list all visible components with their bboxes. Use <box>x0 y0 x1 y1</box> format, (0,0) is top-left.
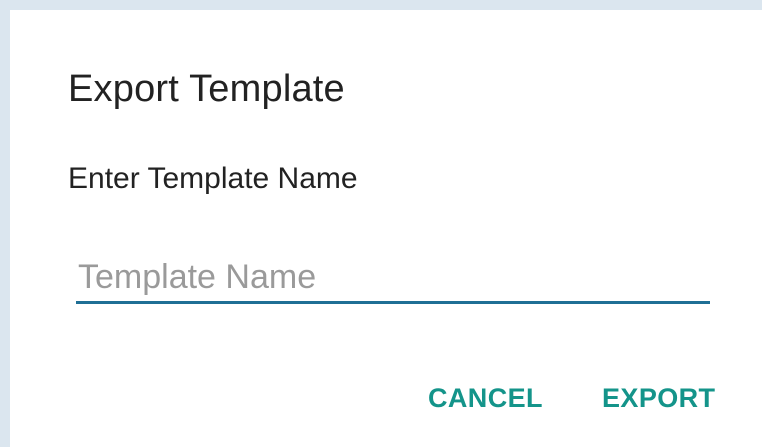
dialog-title: Export Template <box>68 68 345 110</box>
export-template-dialog: Export Template Enter Template Name CANC… <box>0 0 762 447</box>
cancel-button[interactable]: CANCEL <box>428 378 543 418</box>
dialog-message: Enter Template Name <box>68 162 358 195</box>
template-name-input[interactable] <box>76 254 710 304</box>
export-button[interactable]: EXPORT <box>602 378 715 418</box>
